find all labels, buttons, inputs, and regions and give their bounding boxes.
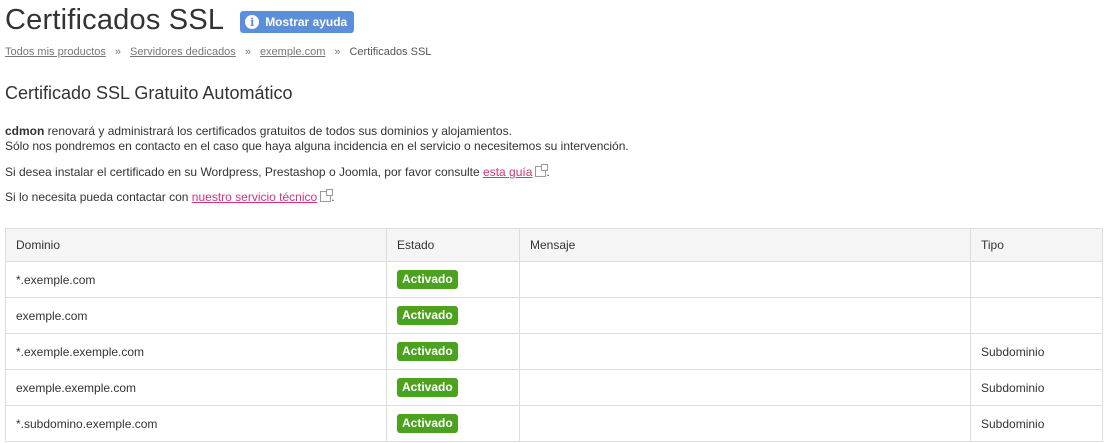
intro-text: cdmon renovará y administrará los certif… bbox=[5, 124, 629, 154]
message-cell bbox=[519, 261, 971, 298]
message-cell bbox=[519, 297, 971, 334]
status-cell: Activado bbox=[386, 297, 520, 334]
column-header-status: Estado bbox=[386, 228, 520, 262]
intro-line2: Sólo nos pondremos en contacto en el cas… bbox=[5, 139, 629, 153]
domain-cell: *.exemple.exemple.com bbox=[5, 333, 387, 370]
title-row: Certificados SSL i Mostrar ayuda bbox=[5, 0, 355, 40]
table-row: exemple.exemple.com Activado Subdominio bbox=[5, 369, 1103, 406]
column-header-domain: Dominio bbox=[5, 228, 387, 262]
domain-cell: exemple.exemple.com bbox=[5, 369, 387, 406]
show-help-label: Mostrar ayuda bbox=[265, 15, 348, 29]
domain-cell: *.subdomino.exemple.com bbox=[5, 405, 387, 442]
ssl-certificates-table: Dominio Estado Mensaje Tipo *.exemple.co… bbox=[5, 228, 1103, 442]
guide-link[interactable]: esta guía bbox=[483, 165, 532, 179]
status-badge: Activado bbox=[397, 342, 458, 361]
domain-cell: exemple.com bbox=[5, 297, 387, 334]
table-row: *.subdomino.exemple.com Activado Subdomi… bbox=[5, 405, 1103, 442]
column-header-type: Tipo bbox=[970, 228, 1103, 262]
message-cell bbox=[519, 405, 971, 442]
type-cell: Subdominio bbox=[970, 369, 1103, 406]
support-link[interactable]: nuestro servicio técnico bbox=[192, 190, 317, 204]
breadcrumb: Todos mis productos » Servidores dedicad… bbox=[5, 46, 431, 58]
type-cell bbox=[970, 261, 1103, 298]
column-header-message: Mensaje bbox=[519, 228, 971, 262]
guide-prefix: Si desea instalar el certificado en su W… bbox=[5, 165, 484, 179]
breadcrumb-current: Certificados SSL bbox=[349, 46, 432, 58]
intro-line1: renovará y administrará los certificados… bbox=[44, 124, 512, 138]
show-help-button[interactable]: i Mostrar ayuda bbox=[240, 11, 355, 33]
table-row: *.exemple.exemple.com Activado Subdomini… bbox=[5, 333, 1103, 370]
status-cell: Activado bbox=[386, 405, 520, 442]
type-cell: Subdominio bbox=[970, 405, 1103, 442]
brand-name: cdmon bbox=[5, 124, 45, 138]
table-header-row: Dominio Estado Mensaje Tipo bbox=[5, 228, 1103, 262]
breadcrumb-separator: » bbox=[244, 46, 251, 58]
breadcrumb-separator: » bbox=[334, 46, 341, 58]
table-row: exemple.com Activado bbox=[5, 297, 1103, 334]
breadcrumb-domain[interactable]: exemple.com bbox=[260, 46, 325, 58]
breadcrumb-all-products[interactable]: Todos mis productos bbox=[5, 46, 106, 58]
status-cell: Activado bbox=[386, 333, 520, 370]
type-cell: Subdominio bbox=[970, 333, 1103, 370]
section-title: Certificado SSL Gratuito Automático bbox=[5, 83, 293, 103]
status-badge: Activado bbox=[397, 306, 458, 325]
guide-text: Si desea instalar el certificado en su W… bbox=[5, 164, 550, 179]
message-cell bbox=[519, 333, 971, 370]
external-link-icon bbox=[535, 164, 549, 177]
status-badge: Activado bbox=[397, 378, 458, 397]
external-link-icon bbox=[320, 189, 334, 202]
domain-cell: *.exemple.com bbox=[5, 261, 387, 298]
info-icon: i bbox=[245, 15, 260, 29]
type-cell bbox=[970, 297, 1103, 334]
status-badge: Activado bbox=[397, 414, 458, 433]
support-prefix: Si lo necesita pueda contactar con bbox=[5, 190, 192, 204]
status-cell: Activado bbox=[386, 261, 520, 298]
breadcrumb-dedicated-servers[interactable]: Servidores dedicados bbox=[130, 46, 236, 58]
page-title: Certificados SSL bbox=[5, 3, 225, 36]
status-badge: Activado bbox=[397, 270, 458, 289]
status-cell: Activado bbox=[386, 369, 520, 406]
table-row: *.exemple.com Activado bbox=[5, 261, 1103, 298]
page: Certificados SSL i Mostrar ayuda Todos m… bbox=[0, 0, 1105, 443]
breadcrumb-separator: » bbox=[114, 46, 122, 58]
message-cell bbox=[519, 369, 971, 406]
support-text: Si lo necesita pueda contactar con nuest… bbox=[5, 189, 335, 204]
